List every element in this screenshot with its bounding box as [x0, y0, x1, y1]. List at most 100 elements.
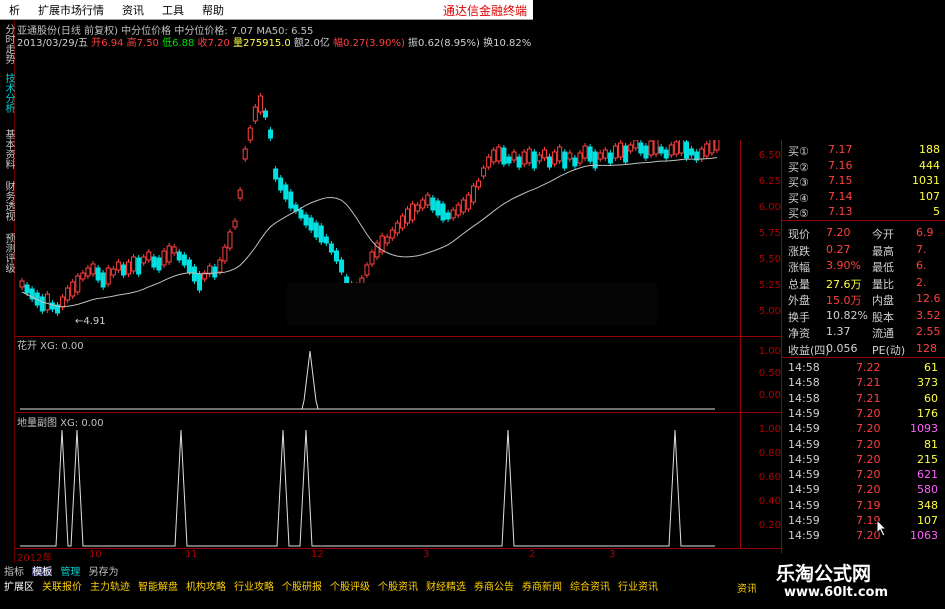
bottom-item[interactable]: 主力轨迹 [86, 578, 134, 593]
candle-body [176, 251, 182, 261]
bottom-item[interactable]: 财经精选 [422, 578, 470, 593]
stat-row: 总量 27.6万 量比 2. [786, 276, 944, 291]
candle-body [242, 148, 248, 160]
tick-volume: 61 [924, 361, 938, 374]
x-label: 2012年 [17, 553, 53, 564]
tick-price: 7.21 [856, 391, 881, 405]
menu-item-news[interactable]: 资讯 [113, 2, 153, 18]
candle-body [328, 243, 334, 253]
candle-body [582, 145, 588, 159]
candle-body [618, 142, 624, 158]
candle-body [689, 148, 695, 156]
bottom-item[interactable]: 券商新闻 [518, 578, 566, 593]
stat-value: 0.27 [826, 242, 851, 256]
tick-volume: 81 [924, 437, 938, 451]
y-label: 1.00 [758, 346, 781, 357]
candle-body [572, 157, 578, 167]
tick-price: 7.22 [856, 361, 881, 374]
candle-body [567, 152, 573, 160]
bid-row[interactable]: 买① 7.17 188 [786, 143, 944, 158]
bottom-item[interactable]: 综合资讯 [566, 578, 614, 593]
menu-item-extended-market[interactable]: 扩展市场行情 [29, 2, 113, 18]
candle-body [252, 106, 258, 122]
candle-body [455, 204, 461, 216]
candle-body [643, 145, 649, 159]
tick-time: 14:59 [788, 514, 820, 527]
stat-value: 6. [916, 259, 927, 272]
candle-body [704, 143, 710, 157]
y-label: 0.40 [758, 496, 781, 507]
bid-row[interactable]: 买② 7.16 444 [786, 159, 944, 174]
candle-body [511, 151, 517, 161]
candle-body [136, 257, 142, 275]
candle-body [217, 259, 223, 273]
bid-row[interactable]: 买③ 7.15 1031 [786, 174, 944, 189]
bottom-item[interactable]: 关联报价 [38, 578, 86, 593]
y-label: 5.00 [758, 306, 781, 317]
candle-body [237, 189, 243, 199]
tick-row: 14:58 7.21 373 [786, 376, 944, 391]
menu-item-help[interactable]: 帮助 [193, 2, 233, 18]
tick-volume: 1063 [910, 529, 938, 543]
stat-label: 量比 [872, 277, 894, 291]
tick-price: 7.21 [856, 376, 881, 390]
bottom-item[interactable]: 个股研报 [278, 578, 326, 593]
bottom-item[interactable]: 智能解盘 [134, 578, 182, 593]
tick-row: 14:58 7.22 61 [786, 361, 944, 376]
candle-body [232, 220, 238, 228]
candle-body [212, 266, 218, 278]
candle-body [247, 127, 253, 141]
bid-row[interactable]: 买⑤ 7.13 5 [786, 205, 944, 220]
bottom-item[interactable]: 机构攻略 [182, 578, 230, 593]
bid-label: 买⑤ [788, 207, 809, 220]
candle-body [60, 296, 66, 308]
tab-technical-analysis[interactable]: 技术分析 [0, 70, 14, 116]
quote-panel: 买① 7.17 188 买② 7.16 444 买③ 7.15 1031 买④ 7.14 107 买⑤ 7… [781, 140, 945, 555]
candle-body [298, 209, 304, 219]
bottom-item[interactable]: 扩展区 [0, 578, 38, 593]
candle-body [410, 203, 416, 221]
candle-body [313, 222, 319, 238]
candle-body [364, 264, 370, 276]
bottom-item[interactable]: 行业资讯 [614, 578, 662, 593]
stat-label: 外盘 [788, 294, 810, 307]
y-label: 6.00 [758, 202, 781, 213]
candle-body [668, 144, 674, 156]
bottom-item[interactable]: 资讯 [737, 580, 757, 595]
tab-financials[interactable]: 财务透视 [0, 178, 14, 224]
stat-label: 换手 [788, 310, 810, 324]
candle-body [597, 152, 603, 160]
low-marker: ←4.91 [75, 316, 106, 327]
tab-intraday[interactable]: 分时走势 [0, 22, 14, 66]
tab-rating[interactable]: 预测评级 [0, 230, 14, 276]
bid-row[interactable]: 买④ 7.14 107 [786, 190, 944, 205]
candle-body [288, 191, 294, 209]
tick-time: 14:59 [788, 498, 820, 512]
menu-item-analysis[interactable]: 析 [0, 2, 29, 18]
bottom-item[interactable]: 行业攻略 [230, 578, 278, 593]
candle-body [166, 245, 172, 263]
candle-body [602, 149, 608, 159]
watermark: 乐淘公式网 www.60lt.com [756, 553, 945, 609]
tab-fundamentals[interactable]: 基本资料 [0, 126, 14, 172]
candle-body [131, 256, 137, 272]
bottom-item[interactable]: 个股资讯 [374, 578, 422, 593]
bottom-item[interactable]: 券商公告 [470, 578, 518, 593]
tick-volume: 1093 [910, 422, 938, 436]
candle-body [440, 203, 446, 221]
panel1-y-axis: 1.00 0.50 0.00 [735, 336, 781, 412]
menu-item-tools[interactable]: 工具 [153, 2, 193, 18]
tick-row: 14:59 7.20 176 [786, 407, 944, 422]
stat-value: 3.90% [826, 259, 861, 272]
candle-body [663, 149, 669, 159]
candle-body [541, 149, 547, 159]
bottom-item[interactable]: 个股评级 [326, 578, 374, 593]
bid-label: 买② [788, 160, 809, 174]
candle-body [557, 146, 563, 162]
indicator-panel-2[interactable] [15, 412, 735, 548]
indicator-panel-1[interactable] [15, 336, 735, 412]
tick-price: 7.20 [856, 422, 881, 436]
candle-body [186, 259, 192, 273]
tick-time: 14:59 [788, 529, 820, 543]
stat-row: 外盘 15.0万 内盘 12.6 [786, 292, 944, 307]
